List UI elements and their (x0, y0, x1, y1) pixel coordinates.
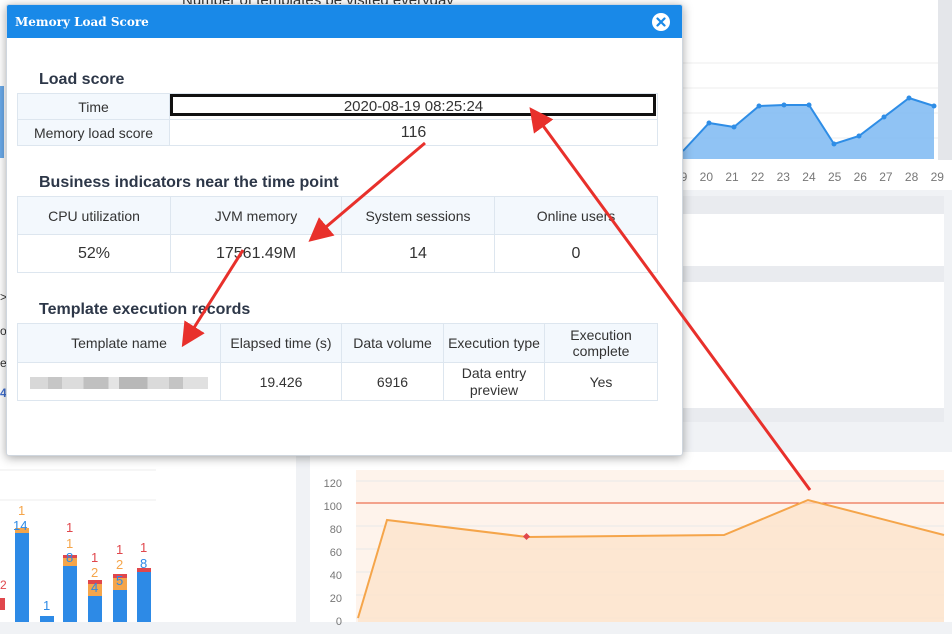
template-name-cell (17, 362, 221, 401)
complete-cell: Yes (544, 362, 658, 401)
x-tick: 29 (930, 170, 944, 184)
memory-load-value: 116 (169, 119, 658, 146)
y-tick: 80 (329, 524, 342, 536)
x-tick: 25 (827, 170, 842, 184)
close-icon[interactable] (652, 12, 670, 31)
bar-label: 8 (140, 556, 148, 571)
bar-label: 14 (13, 518, 28, 533)
scrollbar-track[interactable] (938, 0, 952, 160)
template-name-header: Template name (17, 323, 221, 363)
redacted-template-name (30, 376, 208, 389)
jvm-header: JVM memory (170, 196, 342, 235)
memory-load-label: Memory load score (17, 119, 170, 146)
y-tick: 120 (323, 478, 342, 490)
x-tick: 26 (853, 170, 867, 184)
business-header-row: CPU utilization JVM memory System sessio… (17, 196, 658, 235)
volume-header: Data volume (341, 323, 444, 363)
load-line-y-axis: 120 100 80 60 40 20 0 (318, 473, 342, 634)
divider-strip (680, 266, 944, 282)
x-tick: 23 (776, 170, 790, 184)
records-table: Template name Elapsed time (s) Data volu… (17, 323, 658, 401)
dialog-header: Memory Load Score (7, 5, 682, 38)
bar-label: 1 (116, 542, 124, 557)
bar-label: 4 (91, 580, 99, 595)
memory-row: Memory load score 116 (17, 119, 658, 146)
table-row[interactable]: 19.426 6916 Data entry preview Yes (17, 362, 658, 401)
x-tick: 27 (879, 170, 893, 184)
bar-label: 1 (66, 536, 74, 551)
cpu-header: CPU utilization (17, 196, 171, 235)
cpu-value: 52% (17, 234, 171, 273)
mid-panel (680, 214, 944, 266)
volume-cell: 6916 (341, 362, 444, 401)
time-row: Time 2020-08-19 08:25:24 (17, 93, 658, 120)
sessions-value: 14 (341, 234, 495, 273)
bar-label: 2 (0, 578, 7, 592)
type-header: Execution type (443, 323, 545, 363)
users-header: Online users (494, 196, 658, 235)
divider-strip (680, 408, 944, 422)
records-header-row: Template name Elapsed time (s) Data volu… (17, 323, 658, 363)
records-heading: Template execution records (39, 301, 251, 318)
users-value: 0 (494, 234, 658, 273)
load-score-table: Time 2020-08-19 08:25:24 Memory load sco… (17, 93, 658, 146)
bar-label: 1 (43, 598, 51, 613)
y-tick: 60 (329, 547, 342, 559)
x-tick: 20 (699, 170, 714, 184)
bar-label: 8 (66, 550, 74, 565)
bar-label: 2 (91, 565, 99, 580)
memory-load-dialog: Memory Load Score Load score Time 2020-0… (6, 4, 683, 456)
mid-panel (680, 282, 944, 408)
jvm-value: 17561.49M (170, 234, 342, 273)
elapsed-cell: 19.426 (220, 362, 342, 401)
bar-label: 1 (18, 503, 26, 518)
x-tick: 28 (904, 170, 919, 184)
complete-header: Execution complete (544, 323, 658, 363)
bar-label: 5 (116, 573, 124, 588)
bar-label: 1 (66, 520, 74, 535)
time-label: Time (17, 93, 170, 120)
y-tick: 40 (329, 570, 342, 582)
dialog-title: Memory Load Score (15, 14, 149, 29)
load-score-heading: Load score (39, 71, 125, 88)
business-heading: Business indicators near the time point (39, 174, 339, 191)
divider-strip (680, 196, 944, 214)
business-value-row: 52% 17561.49M 14 0 (17, 234, 658, 273)
y-tick: 20 (329, 593, 342, 605)
left-accent (0, 86, 4, 158)
bar-label: 2 (116, 557, 124, 572)
bar-label: 1 (91, 550, 99, 565)
type-cell: Data entry preview (443, 362, 545, 401)
time-value: 2020-08-19 08:25:24 (169, 93, 658, 120)
stacked-bar-chart (0, 469, 156, 622)
business-table: CPU utilization JVM memory System sessio… (17, 196, 658, 273)
y-tick: 0 (335, 616, 342, 628)
y-tick: 100 (323, 501, 342, 513)
load-line-chart (356, 470, 945, 622)
bar-label: 1 (140, 540, 148, 555)
visits-x-axis: 19 20 21 22 23 24 25 26 27 28 29 (674, 170, 944, 184)
x-tick: 24 (802, 170, 816, 184)
x-tick: 21 (725, 170, 739, 184)
elapsed-header: Elapsed time (s) (220, 323, 342, 363)
x-tick: 22 (750, 170, 765, 184)
sessions-header: System sessions (341, 196, 495, 235)
